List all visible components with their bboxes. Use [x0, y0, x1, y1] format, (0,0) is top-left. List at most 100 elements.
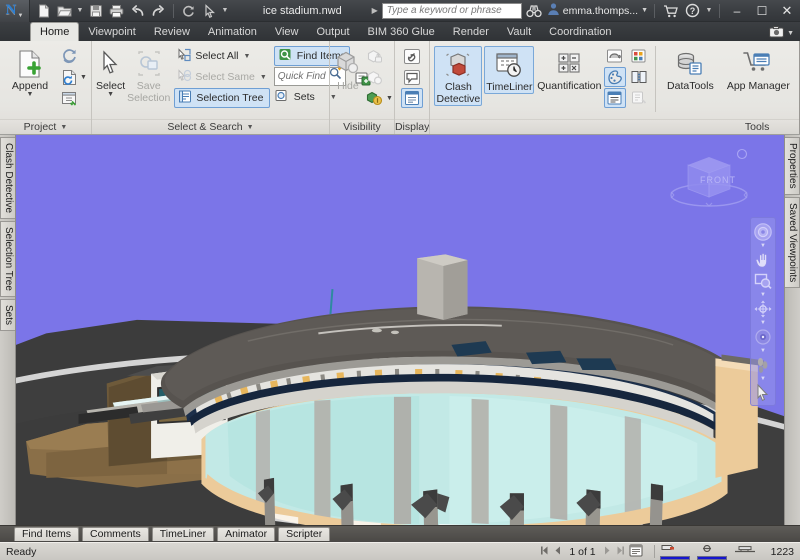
- ribbon-tab-bar: Home Viewpoint Review Animation View Out…: [0, 22, 800, 41]
- look-around-caret-icon[interactable]: ▼: [760, 348, 766, 354]
- maximize-button[interactable]: ☐: [751, 1, 773, 21]
- help-menu-caret-icon[interactable]: ▼: [705, 7, 713, 14]
- scripter-button[interactable]: [604, 88, 627, 108]
- sidebar-item-sets[interactable]: Sets: [0, 298, 15, 331]
- 3d-model-view[interactable]: FRONT ▼ ▼ ▼ ▼ ▼: [16, 135, 784, 525]
- select-all-button[interactable]: Select All ▼: [174, 46, 269, 66]
- selection-tree-button[interactable]: Selection Tree: [174, 88, 270, 108]
- bottom-tab-timeliner[interactable]: TimeLiner: [151, 527, 215, 541]
- steering-wheel-icon[interactable]: [752, 222, 774, 242]
- sheet-browser-icon[interactable]: [629, 544, 643, 560]
- user-menu-caret-icon[interactable]: ▼: [641, 7, 648, 14]
- user-account-group[interactable]: emma.thomps... ▼: [547, 2, 648, 19]
- unhide-all-button[interactable]: [364, 88, 386, 108]
- appearance-profiler-button[interactable]: [604, 67, 627, 87]
- bottom-tab-scripter[interactable]: Scripter: [278, 527, 331, 541]
- walk-caret-icon[interactable]: ▼: [760, 376, 766, 382]
- search-input[interactable]: Type a keyword or phrase: [381, 2, 522, 19]
- panel-select-search-dialog-launcher-icon[interactable]: ▼: [247, 120, 254, 135]
- select-arrow-icon[interactable]: [752, 383, 774, 403]
- panel-visibility-title: Visibility: [329, 119, 394, 134]
- title-overflow-caret-icon[interactable]: ▶: [372, 6, 382, 15]
- refresh-button[interactable]: [58, 46, 80, 66]
- view-cube[interactable]: FRONT: [666, 143, 752, 217]
- panel-project-dialog-launcher-icon[interactable]: ▼: [60, 120, 67, 135]
- select-all-caret-icon[interactable]: ▼: [244, 53, 251, 60]
- binoculars-icon[interactable]: [525, 2, 544, 20]
- application-menu-button[interactable]: N ▼: [0, 0, 30, 22]
- bottom-tab-comments[interactable]: Comments: [82, 527, 149, 541]
- tab-viewpoint[interactable]: Viewpoint: [79, 23, 145, 41]
- properties-button[interactable]: [401, 88, 424, 108]
- bottom-tab-find-items[interactable]: Find Items: [14, 527, 80, 541]
- select-button[interactable]: Select ▼: [96, 46, 125, 98]
- select-menu-caret-icon[interactable]: ▼: [107, 91, 114, 98]
- bottom-tab-animator[interactable]: Animator: [217, 527, 276, 541]
- tab-view[interactable]: View: [266, 23, 308, 41]
- panel-select-search-label: Select & Search: [167, 120, 243, 133]
- tab-vault[interactable]: Vault: [498, 23, 540, 41]
- ribbon-screenshot-button[interactable]: [765, 23, 787, 40]
- links-button[interactable]: [401, 46, 423, 66]
- quick-properties-button[interactable]: [401, 67, 423, 87]
- pencil-progress: [659, 543, 690, 560]
- undo-arrow-icon[interactable]: [128, 2, 147, 20]
- append-menu-caret-icon[interactable]: ▼: [27, 91, 34, 98]
- autodesk-rendering-button[interactable]: [604, 46, 626, 66]
- qat-customize-caret-icon[interactable]: ▼: [221, 7, 229, 14]
- reset-all-button[interactable]: [58, 67, 80, 87]
- tab-home[interactable]: Home: [30, 22, 80, 41]
- walk-icon[interactable]: [752, 355, 774, 375]
- compare-button[interactable]: [628, 67, 650, 87]
- sidebar-item-properties[interactable]: Properties: [785, 137, 800, 195]
- append-button[interactable]: Append ▼: [4, 46, 56, 98]
- sidebar-item-saved-viewpoints[interactable]: Saved Viewpoints: [785, 196, 800, 288]
- pan-hand-icon[interactable]: [752, 250, 774, 270]
- animator-button[interactable]: [628, 46, 650, 66]
- printer-icon[interactable]: [107, 2, 126, 20]
- orbit-caret-icon[interactable]: ▼: [760, 320, 766, 326]
- go-last-icon[interactable]: [615, 545, 626, 558]
- save-selection-button: Save Selection: [127, 46, 170, 104]
- open-folder-icon[interactable]: [55, 2, 74, 20]
- look-around-icon[interactable]: [752, 327, 774, 347]
- sidebar-item-clash-detective[interactable]: Clash Detective: [0, 137, 15, 220]
- tab-coordination[interactable]: Coordination: [540, 23, 620, 41]
- orbit-icon[interactable]: [752, 299, 774, 319]
- go-previous-icon[interactable]: [553, 545, 562, 558]
- steering-wheel-caret-icon[interactable]: ▼: [760, 243, 766, 249]
- save-disk-icon[interactable]: [86, 2, 105, 20]
- zoom-window-icon[interactable]: [752, 271, 774, 291]
- go-first-icon[interactable]: [539, 545, 550, 558]
- clash-detective-button[interactable]: Clash Detective: [434, 46, 483, 106]
- close-button[interactable]: ✕: [776, 1, 798, 21]
- tab-animation[interactable]: Animation: [199, 23, 266, 41]
- batch-utility-button: [628, 88, 650, 108]
- svg-text:?: ?: [690, 6, 696, 16]
- tab-review[interactable]: Review: [145, 23, 199, 41]
- tab-output[interactable]: Output: [308, 23, 359, 41]
- minimize-button[interactable]: –: [726, 1, 748, 21]
- cursor-arrow-icon[interactable]: [200, 2, 219, 20]
- quantification-button[interactable]: Quantification: [536, 46, 602, 92]
- tab-bim360glue[interactable]: BIM 360 Glue: [359, 23, 444, 41]
- redo-arrow-icon[interactable]: [149, 2, 168, 20]
- shopping-cart-icon[interactable]: [661, 2, 680, 20]
- select-same-button: Select Same ▼: [174, 67, 269, 87]
- reset-all-caret-icon[interactable]: ▼: [80, 74, 87, 81]
- app-manager-button[interactable]: App Manager: [721, 46, 795, 92]
- zoom-caret-icon[interactable]: ▼: [760, 292, 766, 298]
- sidebar-item-selection-tree[interactable]: Selection Tree: [0, 221, 15, 297]
- timeliner-button[interactable]: TimeLiner: [484, 46, 535, 94]
- datatools-button[interactable]: DataTools: [661, 46, 719, 92]
- refresh-icon[interactable]: [179, 2, 198, 20]
- go-next-icon[interactable]: [603, 545, 612, 558]
- open-dropdown-caret-icon[interactable]: ▼: [76, 7, 84, 14]
- save-selection-icon: [135, 48, 163, 80]
- tab-render[interactable]: Render: [444, 23, 498, 41]
- help-question-icon[interactable]: ?: [683, 2, 702, 20]
- ribbon-options-caret-icon[interactable]: ▼: [787, 30, 794, 37]
- unhide-all-caret-icon[interactable]: ▼: [386, 95, 393, 102]
- new-document-icon[interactable]: [34, 2, 53, 20]
- file-options-button[interactable]: [58, 88, 80, 108]
